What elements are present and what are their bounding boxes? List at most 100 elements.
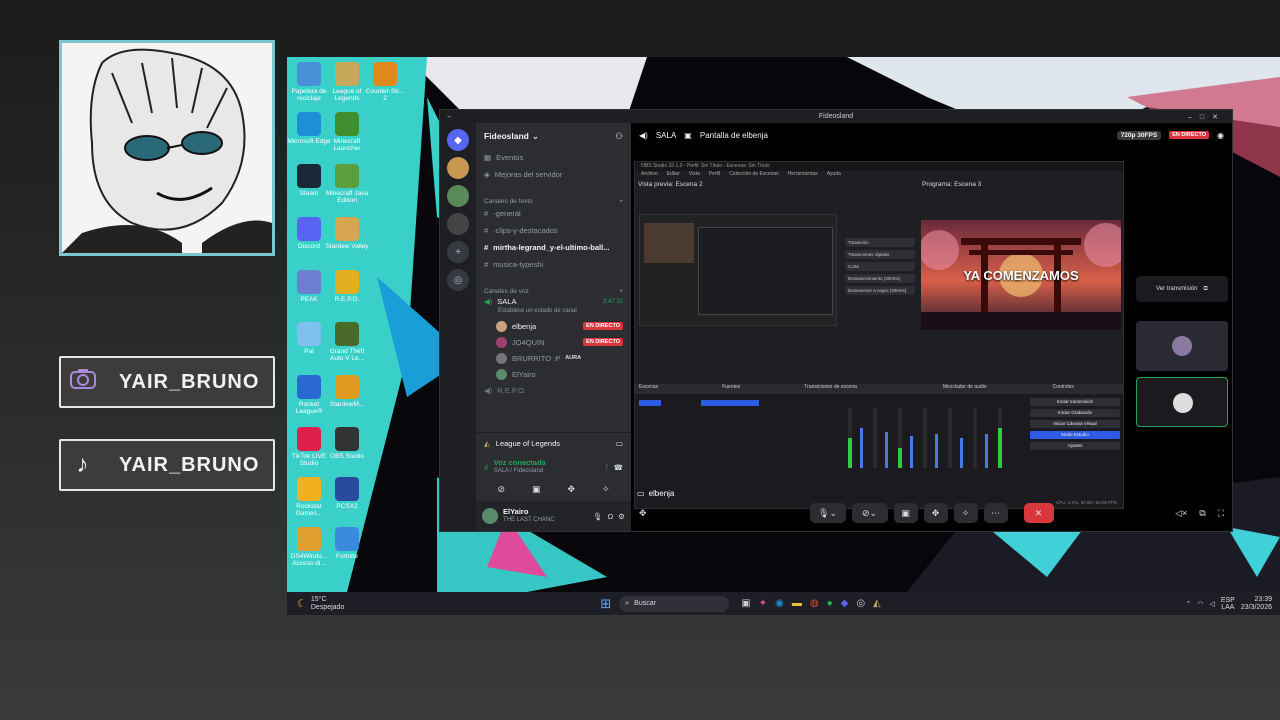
server-icon-fideosland[interactable]	[447, 157, 469, 179]
task-view-icon[interactable]: ▣	[741, 598, 750, 609]
obs-control-button[interactable]: Iniciar Grabación	[1030, 409, 1120, 417]
mute-button[interactable]: 🎙⌄	[809, 503, 846, 523]
desktop-icon[interactable]: Stardew Valley	[325, 217, 369, 250]
stream-channel[interactable]: SALA	[656, 131, 676, 140]
obs-transition-button[interactable]: Transición	[845, 238, 915, 247]
language-indicator[interactable]: ESP LAA	[1221, 597, 1235, 611]
add-channel-icon[interactable]: +	[619, 198, 623, 205]
share-screen-icon[interactable]: ▣	[532, 484, 541, 495]
activities-icon[interactable]: ✥	[567, 484, 575, 495]
headphones-icon[interactable]: Ω	[608, 512, 614, 521]
share-screen-button[interactable]: ▣	[893, 503, 918, 523]
desktop-icon[interactable]: Minecraft Launcher	[325, 112, 369, 152]
server-icon-3[interactable]	[447, 213, 469, 235]
obs-control-button[interactable]: Iniciar Cámara Virtual	[1030, 420, 1120, 428]
obs-menu-item[interactable]: Ayuda	[827, 171, 841, 179]
taskbar-search[interactable]: ⌕ Buscar	[619, 595, 730, 612]
activities-button[interactable]: ✥	[923, 503, 948, 523]
server-header[interactable]: Fideosland ⌄ ⚇	[476, 123, 631, 149]
obs-transition-button[interactable]: Desvanecimiento (300ms)	[845, 274, 915, 283]
source-selected[interactable]	[701, 400, 759, 406]
activity-bar[interactable]: ◭ League of Legends ▭	[476, 432, 631, 454]
text-channel[interactable]: # musica-typeshi	[476, 256, 631, 273]
obs-transition-button[interactable]: Desvanecer a negro (300ms)	[845, 286, 915, 295]
connection-sub[interactable]: SALA / Fideosland	[494, 467, 546, 476]
participant-tile-speaking[interactable]	[1136, 377, 1228, 427]
obs-control-button[interactable]: Modo Estudio	[1030, 431, 1120, 439]
obs-menu-item[interactable]: Perfil	[709, 171, 720, 179]
desktop-icon[interactable]: Counter-Str... 2	[363, 62, 407, 102]
text-channel[interactable]: # -clips-y-destacados	[476, 222, 631, 239]
camera-off-icon[interactable]: ⊘	[497, 484, 505, 495]
obs-menu-item[interactable]: Vista	[689, 171, 700, 179]
server-icon-2[interactable]	[447, 185, 469, 207]
obs-icon[interactable]: ◎	[856, 598, 865, 609]
add-channel-icon[interactable]: +	[619, 288, 623, 295]
activity-launcher-icon[interactable]: ✥	[639, 508, 647, 519]
desktop-icon[interactable]: R.E.P.O.	[325, 270, 369, 303]
volume-mute-icon[interactable]: ◁×	[1175, 508, 1187, 519]
voice-user[interactable]: JO4QUIN EN DIRECTO	[476, 334, 631, 350]
camera-button[interactable]: ⊘⌄	[851, 503, 888, 523]
popout-icon[interactable]: ⧉	[1204, 286, 1208, 293]
more-button[interactable]: ⋯	[983, 503, 1008, 523]
fullscreen-icon[interactable]: ⛶	[1218, 508, 1224, 519]
obs-menu-item[interactable]: Colección de Escenas	[729, 171, 778, 179]
obs-transition-button[interactable]: Transiciones rápidas	[845, 250, 915, 259]
window-controls[interactable]: –□✕	[1188, 113, 1226, 121]
disconnect-button[interactable]: ✕	[1023, 503, 1054, 523]
invite-icon[interactable]: ⚇	[615, 131, 623, 142]
obs-menu-item[interactable]: Herramientas	[788, 171, 818, 179]
desktop-icon[interactable]: OBS Studio	[325, 427, 369, 460]
voice-channel-sala[interactable]: ◀) SALA 3:47:32	[476, 295, 631, 308]
desktop-icon[interactable]: Grand Theft Auto V Le...	[325, 322, 369, 362]
microphone-icon[interactable]: 🎙	[593, 512, 603, 521]
obs-control-button[interactable]: Ajustes	[1030, 442, 1120, 450]
obs-menu-item[interactable]: Editar	[667, 171, 680, 179]
desktop-icon[interactable]: PCSX2	[325, 477, 369, 510]
obs-control-button[interactable]: Iniciar transmisión	[1030, 398, 1120, 406]
tray-chevron-icon[interactable]: ⌃	[1185, 600, 1191, 608]
league-icon[interactable]: ◭	[873, 598, 881, 609]
add-server-icon[interactable]: +	[447, 241, 469, 263]
obs-preview-canvas[interactable]	[639, 214, 837, 326]
edge-icon[interactable]: ◉	[775, 598, 784, 609]
discover-icon[interactable]: ◎	[447, 269, 469, 291]
spotify-icon[interactable]: ●	[827, 598, 833, 609]
chat-icon[interactable]: ◉	[1217, 131, 1224, 140]
view-stream-tile[interactable]: Ver transmisión ⧉	[1136, 276, 1228, 302]
desktop-icon[interactable]: StardewM...	[325, 375, 369, 408]
voice-user[interactable]: elbenja EN DIRECTO	[476, 318, 631, 334]
disconnect-icon[interactable]: ☎	[614, 463, 623, 472]
noise-suppression-icon[interactable]: ⫶	[606, 462, 608, 472]
scene-selected[interactable]	[639, 400, 661, 406]
text-channel[interactable]: # mirtha-legrand_y-el-ultimo-ball...	[476, 239, 631, 256]
participant-tile[interactable]	[1136, 321, 1228, 371]
voice-category[interactable]: Canales de voz +	[476, 281, 631, 295]
popout-icon[interactable]: ⧉	[1199, 508, 1205, 519]
desktop-icon[interactable]: Minecraft Java Edition	[325, 164, 369, 204]
weather-widget[interactable]: 15°C Despejado	[311, 596, 344, 612]
voice-user[interactable]: BRURRITO :P AURA	[476, 350, 631, 366]
desktop-icon[interactable]: Fortnite	[325, 527, 369, 560]
soundboard-button[interactable]: ✧	[953, 503, 978, 523]
file-explorer-icon[interactable]: ▬	[792, 598, 802, 609]
avatar[interactable]	[482, 508, 498, 524]
nav-boosts[interactable]: ◈ Mejoras del servidor	[476, 166, 631, 183]
voice-user[interactable]: ElYairo	[476, 366, 631, 382]
settings-gear-icon[interactable]: ⚙	[618, 512, 625, 521]
copilot-icon[interactable]: ✦	[759, 598, 767, 609]
obs-transition-button[interactable]: Corte	[845, 262, 915, 271]
discord-icon[interactable]: ◆	[841, 598, 849, 609]
connection-label[interactable]: Voz conectada	[494, 458, 546, 467]
soundboard-icon[interactable]: ✧	[602, 484, 610, 495]
text-channel[interactable]: # -general	[476, 205, 631, 222]
direct-messages-icon[interactable]: ◆	[447, 129, 469, 151]
back-arrow-icon[interactable]: ←	[446, 113, 453, 120]
text-category[interactable]: Canales de texto +	[476, 191, 631, 205]
chrome-icon[interactable]: ◍	[810, 598, 819, 609]
clock[interactable]: 23:39 23/3/2026	[1241, 596, 1272, 612]
voice-status[interactable]: Establece un estado de canal	[476, 308, 631, 318]
voice-channel-repo[interactable]: ◀) R.E.P.O.	[476, 382, 631, 399]
volume-icon[interactable]: ◁	[1209, 600, 1214, 608]
